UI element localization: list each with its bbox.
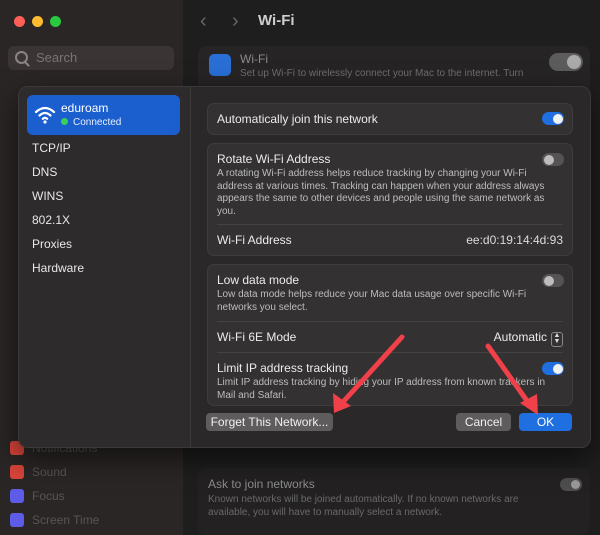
network-item-selected[interactable]: eduroam Connected (27, 95, 180, 135)
back-button[interactable]: ‹ (200, 10, 207, 33)
wifi-address-label: Wi-Fi Address (217, 233, 292, 247)
chevron-up-down-icon: ▲ ▼ (551, 332, 563, 347)
search-field[interactable]: Search (8, 46, 174, 70)
divider (217, 224, 563, 225)
connected-dot-icon (61, 118, 68, 125)
wifi-card-description: Set up Wi-Fi to wirelessly connect your … (240, 68, 524, 79)
network-details-sheet: eduroam Connected TCP/IP DNS WINS 802.1X… (18, 86, 591, 448)
low-data-description: Low data mode helps reduce your Mac data… (217, 289, 527, 313)
sidebar-item-sound[interactable]: Sound (10, 465, 67, 479)
wifi-icon (209, 54, 231, 76)
sidebar-item-hardware[interactable]: Hardware (32, 261, 84, 275)
sidebar-item-8021x[interactable]: 802.1X (32, 213, 70, 227)
moon-icon (10, 489, 24, 503)
search-icon (15, 51, 28, 64)
minimize-window-button[interactable] (32, 16, 43, 27)
wifi-address-value: ee:d0:19:14:4d:93 (466, 233, 563, 247)
wifi-card-title: Wi-Fi (240, 52, 268, 66)
rotate-address-label: Rotate Wi-Fi Address (217, 152, 331, 166)
sidebar-item-wins[interactable]: WINS (32, 189, 63, 203)
sidebar-item-focus[interactable]: Focus (10, 489, 65, 503)
close-window-button[interactable] (14, 16, 25, 27)
sheet-sidebar: eduroam Connected TCP/IP DNS WINS 802.1X… (19, 87, 191, 447)
sidebar-item-screen-time[interactable]: Screen Time (10, 513, 99, 527)
ask-to-join-description: Known networks will be joined automatica… (208, 494, 519, 518)
sidebar-item-dns[interactable]: DNS (32, 165, 57, 179)
search-placeholder: Search (36, 50, 78, 65)
speaker-icon (10, 465, 24, 479)
limit-ip-description: Limit IP address tracking by hiding your… (217, 377, 546, 401)
rotate-address-description: A rotating Wi-Fi address helps reduce tr… (217, 168, 545, 217)
zoom-window-button[interactable] (50, 16, 61, 27)
page-title: Wi-Fi (258, 12, 295, 29)
ask-to-join-toggle[interactable] (560, 478, 582, 491)
forward-button[interactable]: › (232, 10, 239, 33)
limit-ip-toggle[interactable] (542, 362, 564, 375)
low-data-toggle[interactable] (542, 274, 564, 287)
ok-button[interactable]: OK (519, 413, 572, 431)
network-status: Connected (61, 117, 121, 128)
auto-join-group: Automatically join this network (207, 103, 573, 135)
network-name: eduroam (61, 101, 109, 115)
data-options-group: Low data mode Low data mode helps reduce… (207, 264, 573, 406)
wifi-6e-label: Wi-Fi 6E Mode (217, 330, 297, 344)
rotate-address-group: Rotate Wi-Fi Address A rotating Wi-Fi ad… (207, 143, 573, 256)
divider (217, 352, 563, 353)
cancel-button[interactable]: Cancel (456, 413, 511, 431)
limit-ip-label: Limit IP address tracking (217, 361, 349, 375)
auto-join-label: Automatically join this network (217, 112, 378, 126)
wifi-6e-select[interactable]: Automatic ▲ ▼ (494, 330, 563, 347)
wifi-icon (34, 106, 56, 124)
ask-to-join-title: Ask to join networks (208, 477, 315, 491)
divider (217, 321, 563, 322)
sidebar-item-tcpip[interactable]: TCP/IP (32, 141, 71, 155)
forget-network-button[interactable]: Forget This Network... (206, 413, 333, 431)
low-data-label: Low data mode (217, 273, 300, 287)
sidebar-item-proxies[interactable]: Proxies (32, 237, 72, 251)
wifi-toggle[interactable] (549, 53, 583, 71)
auto-join-toggle[interactable] (542, 112, 564, 125)
hourglass-icon (10, 513, 24, 527)
rotate-address-toggle[interactable] (542, 153, 564, 166)
